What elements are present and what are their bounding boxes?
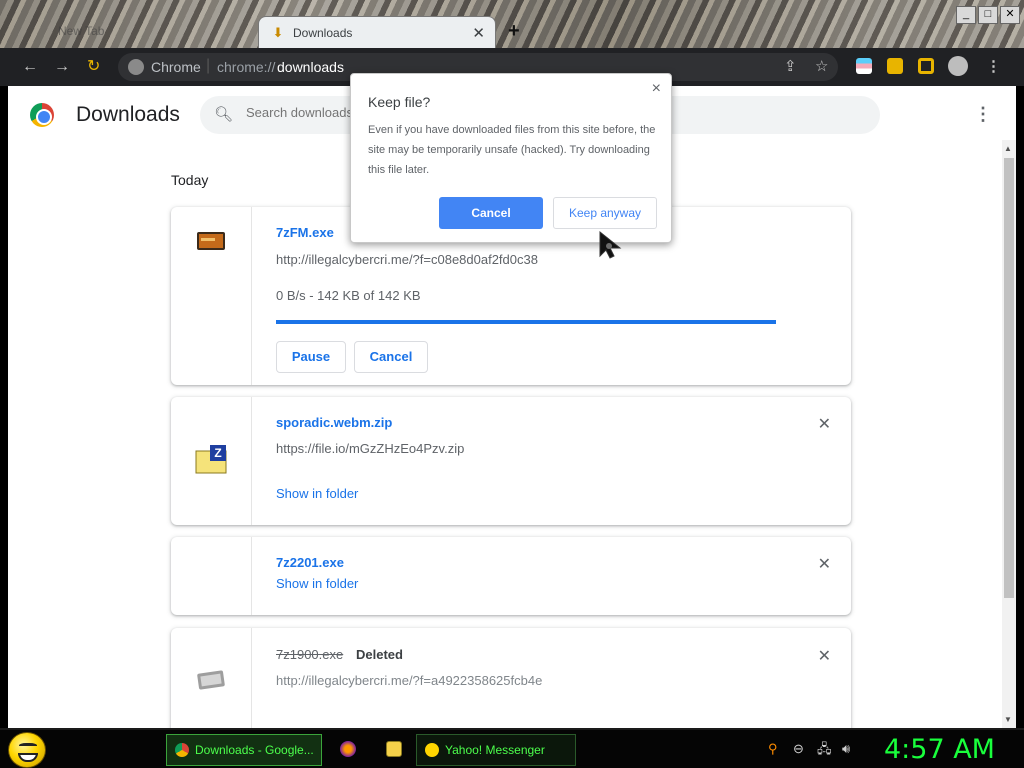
remove-icon[interactable]: ✕ bbox=[818, 554, 831, 574]
url-scheme: chrome:// bbox=[217, 59, 276, 75]
keep-anyway-button[interactable]: Keep anyway bbox=[553, 197, 657, 229]
page-scrollbar[interactable]: ▲ ▼ bbox=[1002, 140, 1016, 728]
deleted-label: Deleted bbox=[356, 647, 403, 662]
file-url[interactable]: https://file.io/mGzZHzEo4Pzv.zip bbox=[276, 441, 464, 456]
card-divider bbox=[251, 537, 252, 615]
pause-button[interactable]: Pause bbox=[276, 341, 346, 373]
download-progress-bar bbox=[276, 320, 776, 324]
dialog-message: Even if you have downloaded files from t… bbox=[368, 124, 656, 176]
site-label: Chrome bbox=[151, 59, 201, 75]
file-name[interactable]: sporadic.webm.zip bbox=[276, 415, 392, 430]
zip-folder-icon: Z bbox=[195, 443, 227, 475]
cancel-download-button[interactable]: Cancel bbox=[354, 341, 428, 373]
download-icon: ⬇ bbox=[272, 25, 284, 40]
page-title: Downloads bbox=[76, 103, 180, 126]
extension-flag-icon[interactable] bbox=[856, 58, 872, 74]
show-in-folder-link[interactable]: Show in folder bbox=[276, 486, 358, 501]
close-icon[interactable]: × bbox=[652, 80, 661, 98]
smiley-mouth bbox=[18, 753, 38, 762]
taskbar-item-yahoo-messenger[interactable]: Yahoo! Messenger bbox=[416, 734, 576, 766]
file-name[interactable]: 7zFM.exe bbox=[276, 225, 334, 240]
taskbar-item-chrome[interactable]: Downloads - Google... bbox=[166, 734, 322, 766]
chrome-icon bbox=[175, 743, 189, 757]
search-icon: 🔍︎ bbox=[214, 106, 234, 123]
start-button-smiley-icon[interactable] bbox=[8, 732, 46, 768]
share-icon[interactable]: ⇪ bbox=[784, 57, 797, 75]
tab-new-tab[interactable]: New Tab bbox=[8, 18, 254, 48]
file-url[interactable]: http://illegalcybercri.me/?f=c08e8d0af2f… bbox=[276, 252, 538, 267]
archive-app-icon bbox=[195, 225, 227, 257]
url-host: downloads bbox=[277, 59, 344, 75]
smiley-eyes bbox=[19, 743, 37, 749]
remove-icon[interactable]: ✕ bbox=[818, 646, 831, 666]
side-panel-icon[interactable] bbox=[918, 58, 934, 74]
bookmark-star-icon[interactable]: ☆ bbox=[815, 57, 828, 75]
download-item: 7z1900.exe Deleted http://illegalcybercr… bbox=[171, 628, 851, 728]
forward-arrow-icon[interactable]: → bbox=[54, 58, 70, 76]
minimize-button[interactable]: _ bbox=[956, 6, 976, 24]
file-name: 7z1900.exe bbox=[276, 647, 344, 662]
network-icon[interactable]: 🖧 bbox=[817, 742, 832, 756]
scrollbar-thumb[interactable] bbox=[1004, 158, 1014, 598]
generic-file-icon bbox=[195, 664, 227, 696]
close-window-button[interactable]: ✕ bbox=[1000, 6, 1020, 24]
firefox-icon[interactable] bbox=[340, 741, 356, 757]
new-tab-button[interactable]: + bbox=[508, 20, 520, 43]
card-divider bbox=[251, 628, 252, 728]
remove-icon[interactable]: ✕ bbox=[818, 414, 831, 434]
card-divider bbox=[251, 207, 252, 385]
close-tab-icon[interactable]: ✕ bbox=[472, 24, 485, 42]
dialog-title: Keep file? bbox=[368, 94, 431, 110]
volume-icon[interactable]: 🔊︎ bbox=[842, 742, 850, 756]
reload-icon[interactable]: ↻ bbox=[87, 58, 100, 76]
file-name[interactable]: 7z2201.exe bbox=[276, 555, 344, 570]
back-arrow-icon[interactable]: ← bbox=[22, 58, 38, 76]
date-section-label: Today bbox=[171, 172, 209, 188]
profile-avatar[interactable] bbox=[948, 56, 968, 76]
tab-downloads[interactable]: ⬇ Downloads ✕ bbox=[258, 16, 496, 48]
scroll-down-icon[interactable]: ▼ bbox=[1004, 715, 1012, 724]
screen: New Tab ⬇ Downloads ✕ + _ □ ✕ ← → ↻ Chro… bbox=[0, 0, 1024, 768]
download-item: 7z2201.exe Show in folder ✕ bbox=[171, 537, 851, 615]
search-tray-icon[interactable]: ⚲ bbox=[768, 742, 778, 756]
window-controls: _ □ ✕ bbox=[956, 6, 1020, 24]
cancel-button[interactable]: Cancel bbox=[439, 197, 543, 229]
chrome-site-icon bbox=[128, 59, 144, 75]
file-url: http://illegalcybercri.me/?f=a4922358625… bbox=[276, 673, 543, 688]
taskbar-clock[interactable]: 4:57 AM bbox=[884, 734, 995, 765]
card-divider bbox=[251, 397, 252, 525]
browser-menu-icon[interactable]: ⋮ bbox=[986, 57, 1001, 75]
tab-strip: New Tab ⬇ Downloads ✕ + _ □ ✕ bbox=[0, 0, 1024, 48]
download-status: 0 B/s - 142 KB of 142 KB bbox=[276, 288, 421, 303]
svg-text:Z: Z bbox=[214, 446, 221, 460]
scroll-up-icon[interactable]: ▲ bbox=[1004, 144, 1012, 153]
folder-icon[interactable] bbox=[386, 741, 402, 757]
taskbar-item-label: Yahoo! Messenger bbox=[445, 743, 545, 757]
taskbar-item-label: Downloads - Google... bbox=[195, 743, 314, 757]
keep-file-dialog: Keep file? × Even if you have downloaded… bbox=[350, 73, 672, 243]
progress-fill bbox=[276, 320, 776, 324]
chrome-logo-icon bbox=[30, 103, 54, 127]
download-item: Z sporadic.webm.zip https://file.io/mGzZ… bbox=[171, 397, 851, 525]
tab-label: New Tab bbox=[58, 24, 105, 38]
minus-circle-icon[interactable]: ⊖ bbox=[793, 742, 804, 756]
more-options-icon[interactable]: ⋮ bbox=[974, 104, 992, 125]
omnibox-separator: | bbox=[206, 57, 211, 74]
maximize-button[interactable]: □ bbox=[978, 6, 998, 24]
tab-label: Downloads bbox=[293, 26, 353, 40]
taskbar: Downloads - Google... Yahoo! Messenger ⚲… bbox=[0, 728, 1024, 768]
mouse-cursor-icon bbox=[599, 230, 622, 259]
show-in-folder-link[interactable]: Show in folder bbox=[276, 576, 358, 591]
extensions-puzzle-icon[interactable] bbox=[887, 58, 903, 74]
smiley-icon bbox=[425, 743, 439, 757]
